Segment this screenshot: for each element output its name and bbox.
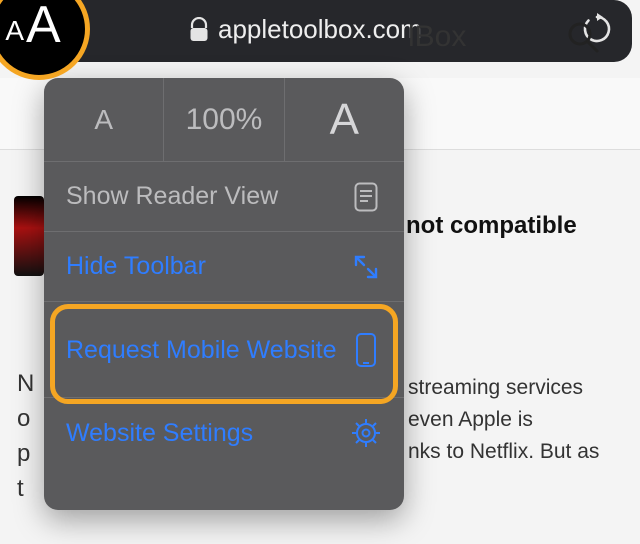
paragraph-left-letter: p (17, 440, 30, 468)
paragraph-fragment: nks to Netflix. But as (408, 440, 599, 464)
reader-icon (350, 182, 382, 212)
zoom-level-label: 100% (186, 103, 263, 137)
increase-text-label: A (330, 95, 359, 145)
expand-icon (350, 253, 382, 281)
decrease-text-button[interactable]: A (44, 78, 164, 161)
website-settings-label: Website Settings (66, 419, 253, 448)
headline-fragment: not compatible (406, 212, 577, 240)
zoom-level[interactable]: 100% (164, 78, 284, 161)
decrease-text-label: A (94, 104, 113, 136)
paragraph-fragment: even Apple is (408, 408, 533, 432)
article-thumbnail (14, 196, 44, 276)
search-icon[interactable] (566, 20, 600, 54)
text-size-row: A 100% A (44, 78, 404, 162)
website-settings-item[interactable]: Website Settings (44, 398, 404, 468)
request-mobile-website-item[interactable]: Request Mobile Website (44, 302, 404, 398)
aa-menu: A 100% A Show Reader View Hide Toolbar R… (44, 78, 404, 510)
paragraph-left-letter: o (17, 405, 30, 433)
hide-toolbar-label: Hide Toolbar (66, 252, 206, 281)
hide-toolbar-item[interactable]: Hide Toolbar (44, 232, 404, 302)
phone-icon (350, 332, 382, 368)
aa-button-highlight[interactable]: A A (0, 0, 90, 80)
paragraph-fragment: streaming services (408, 376, 583, 400)
gear-icon (350, 418, 382, 448)
aa-large-letter: A (26, 0, 61, 51)
site-title-fragment: lBox (408, 20, 466, 54)
paragraph-left-letter: N (17, 370, 34, 398)
paragraph-left-letter: t (17, 475, 24, 503)
address-bar: appletoolbox.com (8, 0, 632, 62)
address-bar-domain[interactable]: appletoolbox.com (218, 14, 422, 45)
show-reader-view-label: Show Reader View (66, 182, 278, 211)
show-reader-view-item[interactable]: Show Reader View (44, 162, 404, 232)
aa-small-letter: A (5, 17, 24, 45)
increase-text-button[interactable]: A (285, 78, 404, 161)
lock-icon (188, 17, 210, 43)
request-mobile-website-label: Request Mobile Website (66, 335, 337, 365)
